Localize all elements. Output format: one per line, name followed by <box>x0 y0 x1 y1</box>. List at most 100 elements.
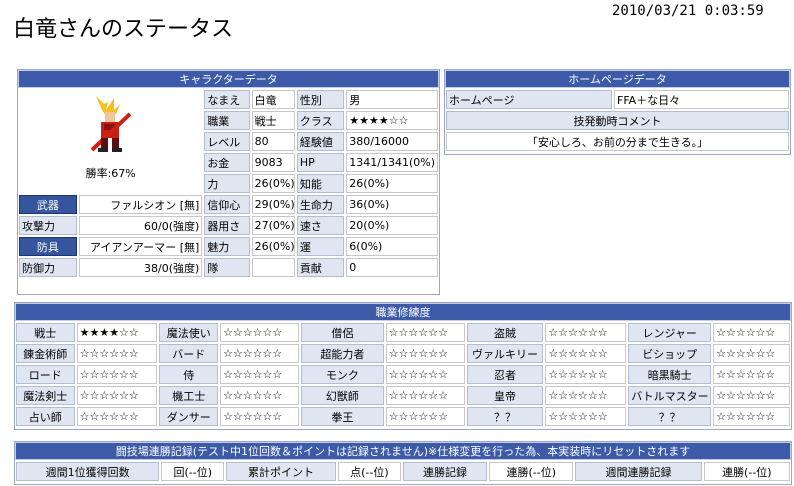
job-name: ダンサー <box>159 407 219 426</box>
stat-value: 20(0%) <box>346 216 438 235</box>
job-name: ？？ <box>628 407 712 426</box>
job-name: 超能力者 <box>300 344 384 363</box>
stat-value: 80 <box>251 132 295 151</box>
stat-label: 運 <box>296 237 345 256</box>
defense-label: 防御力 <box>19 258 77 277</box>
win-rate: 勝率:67% <box>85 167 136 180</box>
job-name: 盗賊 <box>466 323 544 342</box>
win-streak-label: 連勝記録 <box>402 462 488 481</box>
job-rank: ☆☆☆☆☆☆ <box>713 386 790 405</box>
homepage-table: ホームページ FFA＋な日々 技発動時コメント 「安心しろ、お前の分まで生きる。… <box>444 88 791 153</box>
stat-value: 0 <box>346 258 438 277</box>
job-row: 錬金術師 ☆☆☆☆☆☆ バード ☆☆☆☆☆☆ 超能力者 ☆☆☆☆☆☆ ヴァルキリー ☆☆☆☆☆… <box>16 344 790 363</box>
defense-value: 38/0(強度) <box>78 258 203 277</box>
job-rank: ☆☆☆☆☆☆ <box>385 365 465 384</box>
job-rank: ☆☆☆☆☆☆ <box>220 344 299 363</box>
job-mastery-header: 職業修練度 <box>15 303 791 321</box>
skill-comment: 「安心しろ、お前の分まで生きる。」 <box>446 132 789 151</box>
job-rank: ☆☆☆☆☆☆ <box>545 386 627 405</box>
job-name: ？？ <box>466 407 544 426</box>
armor-button[interactable]: 防具 <box>19 237 77 256</box>
stat-label: 力 <box>204 174 250 193</box>
character-table: 勝率:67% なまえ 白竜 性別 男 職業 戦士 クラス ★★★★☆☆ レベル … <box>17 88 440 279</box>
job-name: 占い師 <box>16 407 75 426</box>
job-name: 機工士 <box>159 386 219 405</box>
stat-label: お金 <box>204 153 250 172</box>
job-rank: ★★★★☆☆ <box>76 323 158 342</box>
weekly-streak-value: 連勝(--位) <box>703 462 790 481</box>
character-panel: キャラクターデータ 勝率:67% なまえ 白竜 性別 男 職業 戦士 クラス ★… <box>17 69 440 295</box>
job-name: レンジャー <box>628 323 712 342</box>
stat-value <box>251 258 295 277</box>
job-name: ビショップ <box>628 344 712 363</box>
job-name: 侍 <box>159 365 219 384</box>
job-rank: ☆☆☆☆☆☆ <box>385 407 465 426</box>
job-name: 皇帝 <box>466 386 544 405</box>
job-name: 錬金術師 <box>16 344 75 363</box>
stat-label: レベル <box>204 132 250 151</box>
total-points-value: 点(--位) <box>337 462 401 481</box>
job-rank: ☆☆☆☆☆☆ <box>76 365 158 384</box>
job-row: 魔法剣士 ☆☆☆☆☆☆ 機工士 ☆☆☆☆☆☆ 幻獣師 ☆☆☆☆☆☆ 皇帝 ☆☆☆☆☆☆ バトルマ… <box>16 386 790 405</box>
job-name: 幻獣師 <box>300 386 384 405</box>
job-row: 占い師 ☆☆☆☆☆☆ ダンサー ☆☆☆☆☆☆ 拳王 ☆☆☆☆☆☆？？ ☆☆☆☆☆☆？？ ☆☆☆… <box>16 407 790 426</box>
job-rank: ☆☆☆☆☆☆ <box>220 407 299 426</box>
win-streak-value: 連勝(--位) <box>489 462 574 481</box>
weekly-first-value: 回(--位) <box>161 462 225 481</box>
stat-value: 26(0%) <box>251 237 295 256</box>
stat-label: 信仰心 <box>204 195 250 214</box>
job-name: 魔法剣士 <box>16 386 75 405</box>
job-rank: ☆☆☆☆☆☆ <box>713 323 790 342</box>
job-mastery-table: 戦士 ★★★★☆☆ 魔法使い ☆☆☆☆☆☆ 僧侶 ☆☆☆☆☆☆ 盗賊 ☆☆☆☆☆☆ レンジャー ☆… <box>14 321 792 428</box>
character-header: キャラクターデータ <box>18 70 439 88</box>
avatar-cell: 勝率:67% <box>19 90 202 193</box>
stat-label: 経験値 <box>296 132 345 151</box>
total-points-label: 累計ポイント <box>226 462 336 481</box>
weekly-streak-label: 週間連勝記録 <box>575 462 702 481</box>
job-rank: ☆☆☆☆☆☆ <box>76 344 158 363</box>
arena-record-panel: 闘技場連勝記録(テスト中1位回数＆ポイントは記録されません)※仕様変更を行った為… <box>14 441 792 485</box>
warrior-sprite-icon <box>90 96 132 152</box>
job-name: バトルマスター <box>628 386 712 405</box>
homepage-header: ホームページデータ <box>445 70 790 88</box>
job-name: バード <box>159 344 219 363</box>
job-rank: ☆☆☆☆☆☆ <box>545 323 627 342</box>
job-rank: ☆☆☆☆☆☆ <box>220 386 299 405</box>
stat-value: 29(0%) <box>251 195 295 214</box>
job-rank: ☆☆☆☆☆☆ <box>385 344 465 363</box>
homepage-panel: ホームページデータ ホームページ FFA＋な日々 技発動時コメント 「安心しろ、… <box>444 69 791 155</box>
stat-value: 36(0%) <box>346 195 438 214</box>
stat-label: 隊 <box>204 258 250 277</box>
job-name: 魔法使い <box>159 323 219 342</box>
weapon-button[interactable]: 武器 <box>19 195 77 214</box>
job-name: 暗黒騎士 <box>628 365 712 384</box>
homepage-link[interactable]: FFA＋な日々 <box>614 90 789 109</box>
stat-label: 魅力 <box>204 237 250 256</box>
stat-value: 男 <box>346 90 438 109</box>
attack-label: 攻撃力 <box>19 216 77 235</box>
stat-label: 貢献 <box>296 258 345 277</box>
stat-value: 9083 <box>251 153 295 172</box>
stat-label: なまえ <box>204 90 250 109</box>
stat-label: 速さ <box>296 216 345 235</box>
armor-name: アイアンアーマー [無] <box>78 237 203 256</box>
job-row: ロード ☆☆☆☆☆☆ 侍 ☆☆☆☆☆☆ モンク ☆☆☆☆☆☆ 忍者 ☆☆☆☆☆☆ 暗黒騎士 ☆☆☆… <box>16 365 790 384</box>
job-rank: ☆☆☆☆☆☆ <box>713 407 790 426</box>
job-name: 忍者 <box>466 365 544 384</box>
job-rank: ☆☆☆☆☆☆ <box>385 323 465 342</box>
job-name: 僧侶 <box>300 323 384 342</box>
job-row: 戦士 ★★★★☆☆ 魔法使い ☆☆☆☆☆☆ 僧侶 ☆☆☆☆☆☆ 盗賊 ☆☆☆☆☆☆ レンジャー ☆… <box>16 323 790 342</box>
job-rank: ☆☆☆☆☆☆ <box>220 323 299 342</box>
page-title: 白竜さんのステータス <box>13 17 234 42</box>
job-mastery-panel: 職業修練度 戦士 ★★★★☆☆ 魔法使い ☆☆☆☆☆☆ 僧侶 ☆☆☆☆☆☆ 盗賊 ☆☆☆☆☆☆… <box>14 302 792 430</box>
stat-value: 26(0%) <box>346 174 438 193</box>
arena-record-table: 週間1位獲得回数 回(--位) 累計ポイント 点(--位) 連勝記録 連勝(--… <box>14 460 792 483</box>
job-rank: ☆☆☆☆☆☆ <box>76 386 158 405</box>
job-name: ヴァルキリー <box>466 344 544 363</box>
stat-label: HP <box>296 153 345 172</box>
stat-value: ★★★★☆☆ <box>346 111 438 130</box>
stat-label: 知能 <box>296 174 345 193</box>
stat-label: 職業 <box>204 111 250 130</box>
job-name: 戦士 <box>16 323 75 342</box>
job-rank: ☆☆☆☆☆☆ <box>545 365 627 384</box>
